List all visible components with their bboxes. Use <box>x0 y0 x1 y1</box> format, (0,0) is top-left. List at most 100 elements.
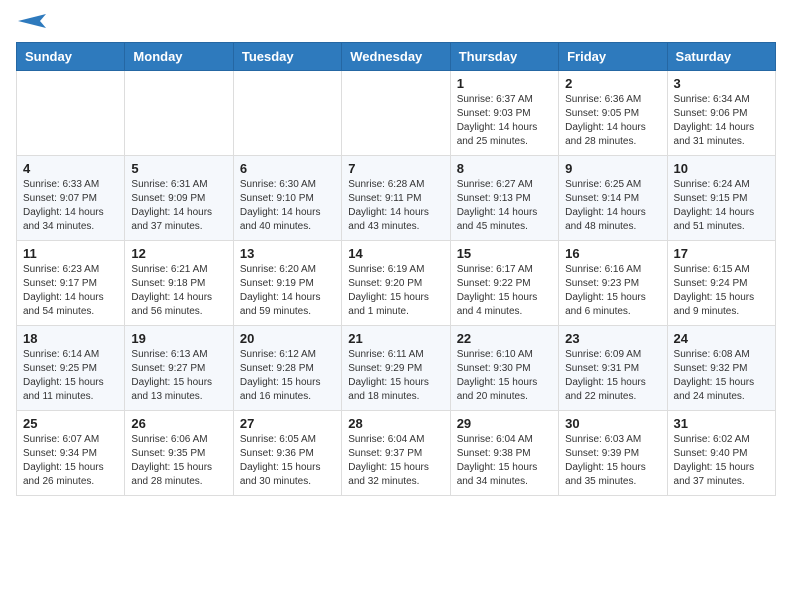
day-detail: Sunrise: 6:30 AMSunset: 9:10 PMDaylight:… <box>240 178 335 234</box>
day-detail: Sunrise: 6:16 AMSunset: 9:23 PMDaylight:… <box>565 263 660 319</box>
day-detail: Sunrise: 6:03 AMSunset: 9:39 PMDaylight:… <box>565 433 660 489</box>
day-detail: Sunrise: 6:04 AMSunset: 9:37 PMDaylight:… <box>348 433 443 489</box>
calendar-week-row: 18 Sunrise: 6:14 AMSunset: 9:25 PMDayligh… <box>17 326 776 411</box>
calendar-cell <box>342 71 450 156</box>
day-detail: Sunrise: 6:08 AMSunset: 9:32 PMDaylight:… <box>674 348 769 404</box>
calendar-cell: 5 Sunrise: 6:31 AMSunset: 9:09 PMDaylight… <box>125 156 233 241</box>
day-detail: Sunrise: 6:20 AMSunset: 9:19 PMDaylight:… <box>240 263 335 319</box>
weekday-header-friday: Friday <box>559 43 667 71</box>
day-detail: Sunrise: 6:13 AMSunset: 9:27 PMDaylight:… <box>131 348 226 404</box>
day-detail: Sunrise: 6:17 AMSunset: 9:22 PMDaylight:… <box>457 263 552 319</box>
day-number: 15 <box>457 246 552 261</box>
day-detail: Sunrise: 6:31 AMSunset: 9:09 PMDaylight:… <box>131 178 226 234</box>
day-number: 6 <box>240 161 335 176</box>
calendar-cell: 10 Sunrise: 6:24 AMSunset: 9:15 PMDayligh… <box>667 156 775 241</box>
day-number: 28 <box>348 416 443 431</box>
day-number: 13 <box>240 246 335 261</box>
day-number: 3 <box>674 76 769 91</box>
day-detail: Sunrise: 6:27 AMSunset: 9:13 PMDaylight:… <box>457 178 552 234</box>
day-detail: Sunrise: 6:14 AMSunset: 9:25 PMDaylight:… <box>23 348 118 404</box>
calendar-cell: 3 Sunrise: 6:34 AMSunset: 9:06 PMDaylight… <box>667 71 775 156</box>
calendar-cell: 19 Sunrise: 6:13 AMSunset: 9:27 PMDayligh… <box>125 326 233 411</box>
calendar-cell: 7 Sunrise: 6:28 AMSunset: 9:11 PMDaylight… <box>342 156 450 241</box>
calendar-cell: 31 Sunrise: 6:02 AMSunset: 9:40 PMDayligh… <box>667 411 775 496</box>
day-detail: Sunrise: 6:05 AMSunset: 9:36 PMDaylight:… <box>240 433 335 489</box>
day-detail: Sunrise: 6:25 AMSunset: 9:14 PMDaylight:… <box>565 178 660 234</box>
day-number: 29 <box>457 416 552 431</box>
day-detail: Sunrise: 6:06 AMSunset: 9:35 PMDaylight:… <box>131 433 226 489</box>
logo-plane-icon <box>18 12 48 30</box>
calendar-week-row: 11 Sunrise: 6:23 AMSunset: 9:17 PMDayligh… <box>17 241 776 326</box>
day-number: 11 <box>23 246 118 261</box>
day-detail: Sunrise: 6:24 AMSunset: 9:15 PMDaylight:… <box>674 178 769 234</box>
calendar-cell: 21 Sunrise: 6:11 AMSunset: 9:29 PMDayligh… <box>342 326 450 411</box>
calendar-cell: 25 Sunrise: 6:07 AMSunset: 9:34 PMDayligh… <box>17 411 125 496</box>
calendar-cell: 30 Sunrise: 6:03 AMSunset: 9:39 PMDayligh… <box>559 411 667 496</box>
day-number: 12 <box>131 246 226 261</box>
day-number: 4 <box>23 161 118 176</box>
calendar-cell: 20Sunrise: 6:12 AMSunset: 9:28 PMDayligh… <box>233 326 341 411</box>
weekday-header-thursday: Thursday <box>450 43 558 71</box>
day-number: 26 <box>131 416 226 431</box>
calendar-cell: 17 Sunrise: 6:15 AMSunset: 9:24 PMDayligh… <box>667 241 775 326</box>
calendar-cell: 14Sunrise: 6:19 AMSunset: 9:20 PMDayligh… <box>342 241 450 326</box>
day-detail: Sunrise: 6:34 AMSunset: 9:06 PMDaylight:… <box>674 93 769 149</box>
day-detail: Sunrise: 6:11 AMSunset: 9:29 PMDaylight:… <box>348 348 443 404</box>
day-detail: Sunrise: 6:37 AMSunset: 9:03 PMDaylight:… <box>457 93 552 149</box>
calendar-cell: 26 Sunrise: 6:06 AMSunset: 9:35 PMDayligh… <box>125 411 233 496</box>
calendar-cell: 15 Sunrise: 6:17 AMSunset: 9:22 PMDayligh… <box>450 241 558 326</box>
day-number: 21 <box>348 331 443 346</box>
calendar-cell: 23 Sunrise: 6:09 AMSunset: 9:31 PMDayligh… <box>559 326 667 411</box>
calendar-cell: 22Sunrise: 6:10 AMSunset: 9:30 PMDayligh… <box>450 326 558 411</box>
calendar-cell: 2 Sunrise: 6:36 AMSunset: 9:05 PMDaylight… <box>559 71 667 156</box>
weekday-header-wednesday: Wednesday <box>342 43 450 71</box>
day-number: 27 <box>240 416 335 431</box>
page-header <box>16 16 776 30</box>
day-number: 17 <box>674 246 769 261</box>
calendar-cell: 24Sunrise: 6:08 AMSunset: 9:32 PMDayligh… <box>667 326 775 411</box>
day-number: 2 <box>565 76 660 91</box>
day-detail: Sunrise: 6:36 AMSunset: 9:05 PMDaylight:… <box>565 93 660 149</box>
day-number: 10 <box>674 161 769 176</box>
day-number: 31 <box>674 416 769 431</box>
day-detail: Sunrise: 6:07 AMSunset: 9:34 PMDaylight:… <box>23 433 118 489</box>
day-number: 9 <box>565 161 660 176</box>
calendar-cell: 8 Sunrise: 6:27 AMSunset: 9:13 PMDaylight… <box>450 156 558 241</box>
day-detail: Sunrise: 6:19 AMSunset: 9:20 PMDaylight:… <box>348 263 443 319</box>
calendar-cell: 18 Sunrise: 6:14 AMSunset: 9:25 PMDayligh… <box>17 326 125 411</box>
day-detail: Sunrise: 6:02 AMSunset: 9:40 PMDaylight:… <box>674 433 769 489</box>
calendar-cell: 27 Sunrise: 6:05 AMSunset: 9:36 PMDayligh… <box>233 411 341 496</box>
day-number: 16 <box>565 246 660 261</box>
day-number: 18 <box>23 331 118 346</box>
calendar-cell: 29 Sunrise: 6:04 AMSunset: 9:38 PMDayligh… <box>450 411 558 496</box>
day-number: 7 <box>348 161 443 176</box>
calendar-cell: 6 Sunrise: 6:30 AMSunset: 9:10 PMDaylight… <box>233 156 341 241</box>
weekday-header-monday: Monday <box>125 43 233 71</box>
day-number: 19 <box>131 331 226 346</box>
day-number: 23 <box>565 331 660 346</box>
calendar-cell: 12 Sunrise: 6:21 AMSunset: 9:18 PMDayligh… <box>125 241 233 326</box>
day-detail: Sunrise: 6:23 AMSunset: 9:17 PMDaylight:… <box>23 263 118 319</box>
day-number: 25 <box>23 416 118 431</box>
day-number: 20 <box>240 331 335 346</box>
calendar-cell <box>125 71 233 156</box>
weekday-header-saturday: Saturday <box>667 43 775 71</box>
day-detail: Sunrise: 6:33 AMSunset: 9:07 PMDaylight:… <box>23 178 118 234</box>
day-detail: Sunrise: 6:28 AMSunset: 9:11 PMDaylight:… <box>348 178 443 234</box>
day-number: 30 <box>565 416 660 431</box>
day-number: 8 <box>457 161 552 176</box>
day-detail: Sunrise: 6:09 AMSunset: 9:31 PMDaylight:… <box>565 348 660 404</box>
calendar-cell: 4 Sunrise: 6:33 AMSunset: 9:07 PMDaylight… <box>17 156 125 241</box>
day-number: 1 <box>457 76 552 91</box>
calendar-week-row: 1 Sunrise: 6:37 AMSunset: 9:03 PMDaylight… <box>17 71 776 156</box>
weekday-header-sunday: Sunday <box>17 43 125 71</box>
calendar-cell: 1 Sunrise: 6:37 AMSunset: 9:03 PMDaylight… <box>450 71 558 156</box>
logo <box>16 16 48 30</box>
day-number: 5 <box>131 161 226 176</box>
day-detail: Sunrise: 6:15 AMSunset: 9:24 PMDaylight:… <box>674 263 769 319</box>
day-detail: Sunrise: 6:10 AMSunset: 9:30 PMDaylight:… <box>457 348 552 404</box>
calendar-table: SundayMondayTuesdayWednesdayThursdayFrid… <box>16 42 776 496</box>
weekday-header-tuesday: Tuesday <box>233 43 341 71</box>
day-detail: Sunrise: 6:21 AMSunset: 9:18 PMDaylight:… <box>131 263 226 319</box>
day-detail: Sunrise: 6:04 AMSunset: 9:38 PMDaylight:… <box>457 433 552 489</box>
